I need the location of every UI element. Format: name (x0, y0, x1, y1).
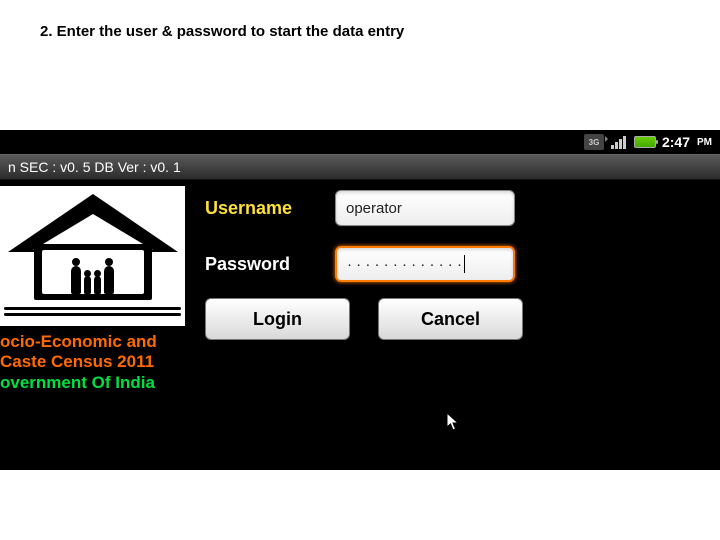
status-time: 2:47 (662, 134, 690, 150)
app-content: ocio-Economic and Caste Census 2011 over… (0, 180, 720, 470)
status-bar: 3G 2:47 PM (0, 130, 720, 154)
cursor-icon (446, 412, 460, 432)
username-input[interactable]: operator (335, 190, 515, 226)
network-3g-icon: 3G (584, 134, 604, 150)
status-ampm: PM (697, 137, 712, 148)
brand-text: ocio-Economic and Caste Census 2011 over… (0, 332, 195, 393)
cancel-button-label: Cancel (421, 309, 480, 330)
password-input[interactable]: · · · · · · · · · · · · · (335, 246, 515, 282)
brand-line-2: overnment Of India (0, 373, 195, 393)
brand-line-1: ocio-Economic and Caste Census 2011 (0, 332, 195, 371)
password-value: · · · · · · · · · · · · · (347, 256, 462, 273)
login-form: Username operator Password · · · · · · ·… (205, 186, 515, 340)
password-label: Password (205, 254, 317, 275)
username-value: operator (346, 200, 402, 217)
cancel-button[interactable]: Cancel (378, 298, 523, 340)
login-button[interactable]: Login (205, 298, 350, 340)
username-label: Username (205, 198, 317, 219)
battery-icon (634, 136, 656, 148)
login-button-label: Login (253, 309, 302, 330)
app-title-text: n SEC : v0. 5 DB Ver : v0. 1 (8, 159, 181, 175)
device-screenshot: 3G 2:47 PM n SEC : v0. 5 DB Ver : v0. 1 … (0, 130, 720, 470)
slide-caption: 2. Enter the user & password to start th… (40, 22, 420, 42)
signal-icon (610, 135, 628, 149)
app-title-bar: n SEC : v0. 5 DB Ver : v0. 1 (0, 154, 720, 180)
census-logo (0, 186, 185, 326)
